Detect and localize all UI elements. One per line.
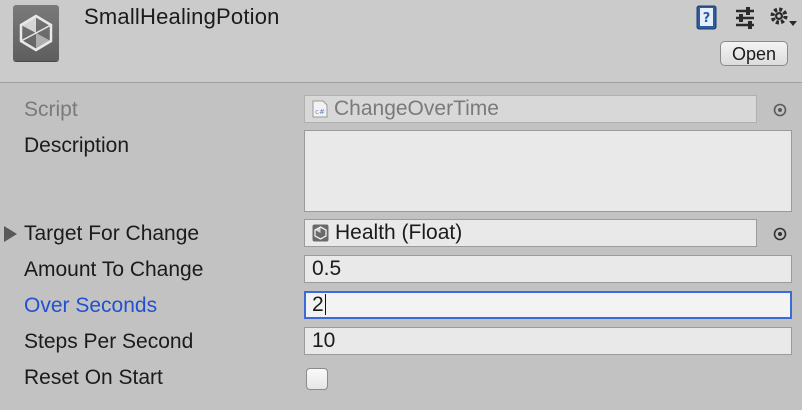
amount-to-change-input[interactable]: 0.5 [304,255,792,283]
over-seconds-label: Over Seconds [24,294,158,317]
target-for-change-label: Target For Change [24,222,200,245]
target-for-change-row: Target For Change Health (Float) [0,216,802,252]
over-seconds-row: Over Seconds 2 [0,288,802,324]
inspector-header: SmallHealingPotion ? Open [0,0,802,83]
steps-per-second-input[interactable]: 10 [304,327,792,355]
steps-per-second-row: Steps Per Second 10 [0,324,802,360]
reset-on-start-row: Reset On Start [0,360,802,396]
csharp-script-icon: c# [312,99,328,125]
asset-title: SmallHealingPotion [84,4,280,29]
open-button[interactable]: Open [720,41,788,66]
over-seconds-value: 2 [312,293,324,316]
amount-to-change-row: Amount To Change 0.5 [0,252,802,288]
amount-to-change-label: Amount To Change [24,258,204,281]
script-field: c# ChangeOverTime [304,95,757,123]
script-value: ChangeOverTime [334,97,499,120]
object-picker-icon[interactable] [772,102,788,118]
unity-asset-mini-icon [312,223,329,249]
foldout-arrow-icon[interactable] [4,226,17,242]
description-textarea[interactable] [304,130,792,212]
reset-on-start-label: Reset On Start [24,366,163,389]
target-for-change-field[interactable]: Health (Float) [304,219,757,247]
text-caret [324,294,326,315]
steps-per-second-label: Steps Per Second [24,330,194,353]
script-label: Script [24,98,78,121]
unity-asset-icon [13,5,59,61]
svg-text:?: ? [703,11,711,26]
over-seconds-input[interactable]: 2 [304,291,792,319]
reset-on-start-checkbox[interactable] [306,368,328,390]
description-label: Description [24,134,130,157]
preset-sliders-icon[interactable] [733,5,757,36]
object-picker-icon[interactable] [772,226,788,242]
help-book-icon[interactable]: ? [695,5,719,36]
gear-dropdown-icon[interactable] [768,5,798,36]
target-for-change-value: Health (Float) [335,221,463,244]
svg-text:c#: c# [315,108,325,116]
script-row: Script c# ChangeOverTime [0,92,802,128]
